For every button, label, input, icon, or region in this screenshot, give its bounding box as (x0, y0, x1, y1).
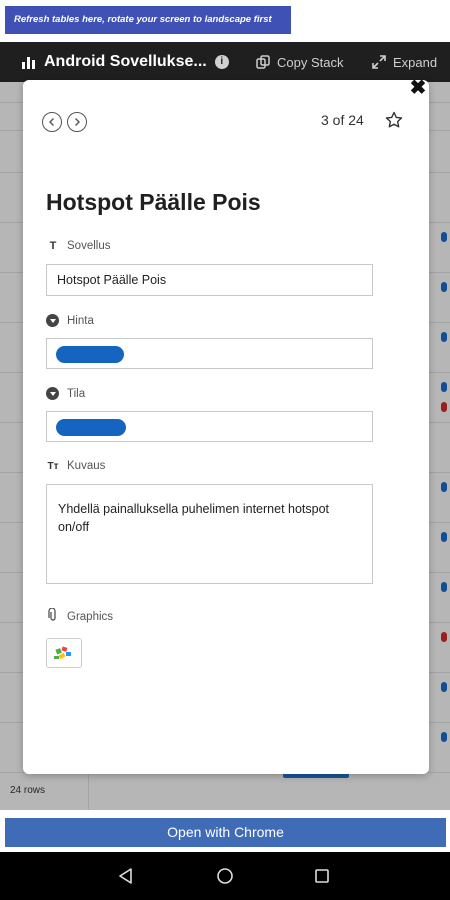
field-label-hinta: Hinta (46, 314, 94, 327)
field-label-kuvaus: Tт Kuvaus (46, 460, 105, 472)
field-label-text: Tila (67, 387, 86, 400)
record-counter: 3 of 24 (321, 112, 364, 128)
expand-label: Expand (393, 54, 438, 70)
field-label-tila: Tila (46, 387, 85, 400)
field-label-text: Sovellus (67, 240, 111, 252)
copy-stack-label: Copy Stack (277, 54, 344, 70)
copy-stack-button[interactable]: Copy Stack (256, 42, 343, 82)
next-record-button[interactable] (67, 112, 87, 132)
record-title: Hotspot Päälle Pois (46, 189, 261, 215)
tila-field[interactable] (46, 411, 373, 442)
chevron-right-icon (75, 118, 80, 126)
graphic-attachment-thumbnail[interactable] (46, 638, 82, 668)
top-area: Refresh tables here, rotate your screen … (0, 0, 450, 42)
previous-record-button[interactable] (42, 112, 62, 132)
close-icon[interactable]: ✖ (408, 78, 428, 98)
star-icon[interactable] (384, 110, 404, 130)
hinta-field[interactable] (46, 338, 373, 369)
sovellus-field[interactable]: Hotspot Päälle Pois (46, 264, 373, 296)
field-label-text: Kuvaus (67, 460, 106, 472)
bar-chart-icon (22, 55, 38, 69)
open-with-chrome-button[interactable]: Open with Chrome (5, 818, 446, 847)
field-label-text: Hinta (67, 314, 94, 327)
recents-icon[interactable] (312, 866, 332, 886)
expand-icon (372, 55, 386, 69)
chevron-left-icon (49, 118, 54, 126)
attachment-icon (46, 607, 60, 625)
kuvaus-field[interactable]: Yhdellä painalluksella puhelimen interne… (46, 484, 373, 584)
field-label-graphics: Graphics (46, 607, 114, 625)
back-icon[interactable] (116, 866, 136, 886)
copy-icon (256, 55, 270, 69)
base-title[interactable]: Android Sovellukse... (44, 53, 207, 71)
dropdown-icon (46, 314, 59, 327)
field-label-text: Graphics (67, 610, 114, 623)
refresh-banner[interactable]: Refresh tables here, rotate your screen … (5, 6, 291, 34)
field-label-sovellus: T Sovellus (46, 240, 111, 252)
home-icon[interactable] (215, 866, 235, 886)
info-icon[interactable]: i (214, 55, 229, 69)
android-nav-bar (0, 852, 450, 900)
app-header: Android Sovellukse... i Copy Stack Expan… (0, 42, 450, 82)
header-title-group: Android Sovellukse... i (22, 42, 229, 82)
expand-button[interactable]: Expand (372, 42, 437, 82)
tila-value-pill (56, 419, 126, 436)
text-field-icon: T (49, 240, 57, 252)
app-graphic-icon (54, 646, 71, 660)
hinta-value-pill (56, 346, 124, 363)
dropdown-icon (46, 387, 59, 400)
long-text-icon: Tт (47, 460, 59, 472)
